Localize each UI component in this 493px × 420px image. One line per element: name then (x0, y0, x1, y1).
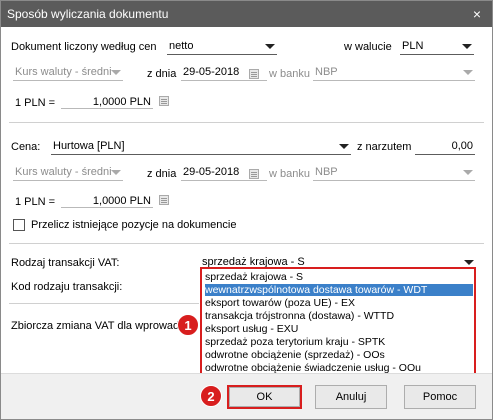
rate-type-select-2[interactable]: Kurs waluty - średni (13, 165, 123, 181)
close-icon[interactable]: × (468, 5, 486, 23)
currency-label: w walucie (344, 41, 392, 53)
rate-type-value: Kurs waluty - średni (15, 166, 112, 178)
summary-vat-label: Zbiorcza zmiana VAT dla wprowadzo (11, 320, 191, 332)
step-badge-1: 1 (177, 314, 199, 336)
bank-select-1[interactable]: NBP (313, 65, 475, 81)
ok-button[interactable]: OK (229, 387, 300, 407)
price-value: Hurtowa [PLN] (53, 140, 125, 152)
cancel-button[interactable]: Anuluj (315, 385, 387, 409)
dropdown-option-selected[interactable]: wewnatrzwspólnotowa dostawa towarów - WD… (205, 284, 473, 296)
currency-select[interactable]: PLN (400, 39, 474, 55)
chevron-down-icon (339, 144, 349, 149)
step-badge-2: 2 (200, 385, 222, 407)
markup-label: z narzutem (357, 141, 412, 153)
rate-type-value: Kurs waluty - średni (15, 66, 112, 78)
calendar-icon[interactable] (249, 69, 259, 79)
calculator-icon[interactable] (159, 96, 169, 106)
calculator-icon[interactable] (159, 195, 169, 205)
date-value: 29-05-2018 (183, 66, 240, 78)
chevron-down-icon (111, 70, 121, 75)
price-basis-value: netto (169, 40, 194, 52)
bank-value: NBP (315, 166, 338, 178)
rate-left-1: 1 PLN = (15, 97, 56, 109)
rate-type-select-1[interactable]: Kurs waluty - średni (13, 65, 123, 81)
chevron-down-icon (463, 170, 473, 175)
chevron-down-icon (265, 44, 275, 49)
price-label: Cena: (11, 141, 41, 153)
vat-type-dropdown[interactable]: sprzedaż krajowa - S wewnatrzwspólnotowa… (200, 267, 476, 377)
currency-value: PLN (402, 40, 424, 52)
dropdown-option[interactable]: sprzedaż krajowa - S (205, 271, 473, 283)
help-button[interactable]: Pomoc (404, 385, 476, 409)
bank-label-2: w banku (269, 168, 310, 180)
bank-select-2[interactable]: NBP (313, 165, 475, 181)
recalc-label: Przelicz istniejące pozycje na dokumenci… (31, 219, 237, 231)
bank-value: NBP (315, 66, 338, 78)
title-bar: Sposób wyliczania dokumentu × (1, 1, 492, 27)
rate-left-2: 1 PLN = (15, 196, 56, 208)
dialog-window: Sposób wyliczania dokumentu × Dokument l… (0, 0, 493, 420)
date-label-1: z dnia (147, 68, 177, 80)
dropdown-option[interactable]: odwrotne obciążenie (sprzedaż) - OOs (205, 349, 473, 361)
transaction-code-label: Kod rodzaju transakcji: (11, 281, 123, 293)
dropdown-option[interactable]: eksport usług - EXU (205, 323, 473, 335)
recalc-checkbox[interactable] (13, 219, 25, 231)
separator (9, 303, 199, 304)
calendar-icon[interactable] (249, 169, 259, 179)
markup-value: 0,00 (451, 140, 473, 152)
vat-type-label: Rodzaj transakcji VAT: (11, 257, 120, 269)
rate-value-field-1[interactable]: 1,0000 PLN (61, 93, 153, 109)
window-title: Sposób wyliczania dokumentu (7, 7, 169, 21)
date-value: 29-05-2018 (183, 166, 240, 178)
chevron-down-icon (463, 70, 473, 75)
price-basis-label: Dokument liczony według cen (11, 41, 157, 53)
rate-value-field-2[interactable]: 1,0000 PLN (61, 192, 153, 208)
chevron-down-icon (462, 44, 472, 49)
price-basis-select[interactable]: netto (167, 39, 277, 55)
price-select[interactable]: Hurtowa [PLN] (51, 139, 351, 155)
rate-value: 1,0000 PLN (92, 96, 151, 108)
chevron-down-icon (464, 260, 474, 265)
separator (9, 122, 484, 123)
date-label-2: z dnia (147, 168, 177, 180)
markup-field[interactable]: 0,00 (415, 139, 475, 155)
separator (9, 243, 484, 244)
dropdown-option[interactable]: sprzedaż poza terytorium kraju - SPTK (205, 336, 473, 348)
dropdown-option[interactable]: transakcja trójstronna (dostawa) - WTTD (205, 310, 473, 322)
chevron-down-icon (111, 170, 121, 175)
rate-value: 1,0000 PLN (92, 195, 151, 207)
dropdown-option[interactable]: eksport towarów (poza UE) - EX (205, 297, 473, 309)
bank-label-1: w banku (269, 68, 310, 80)
